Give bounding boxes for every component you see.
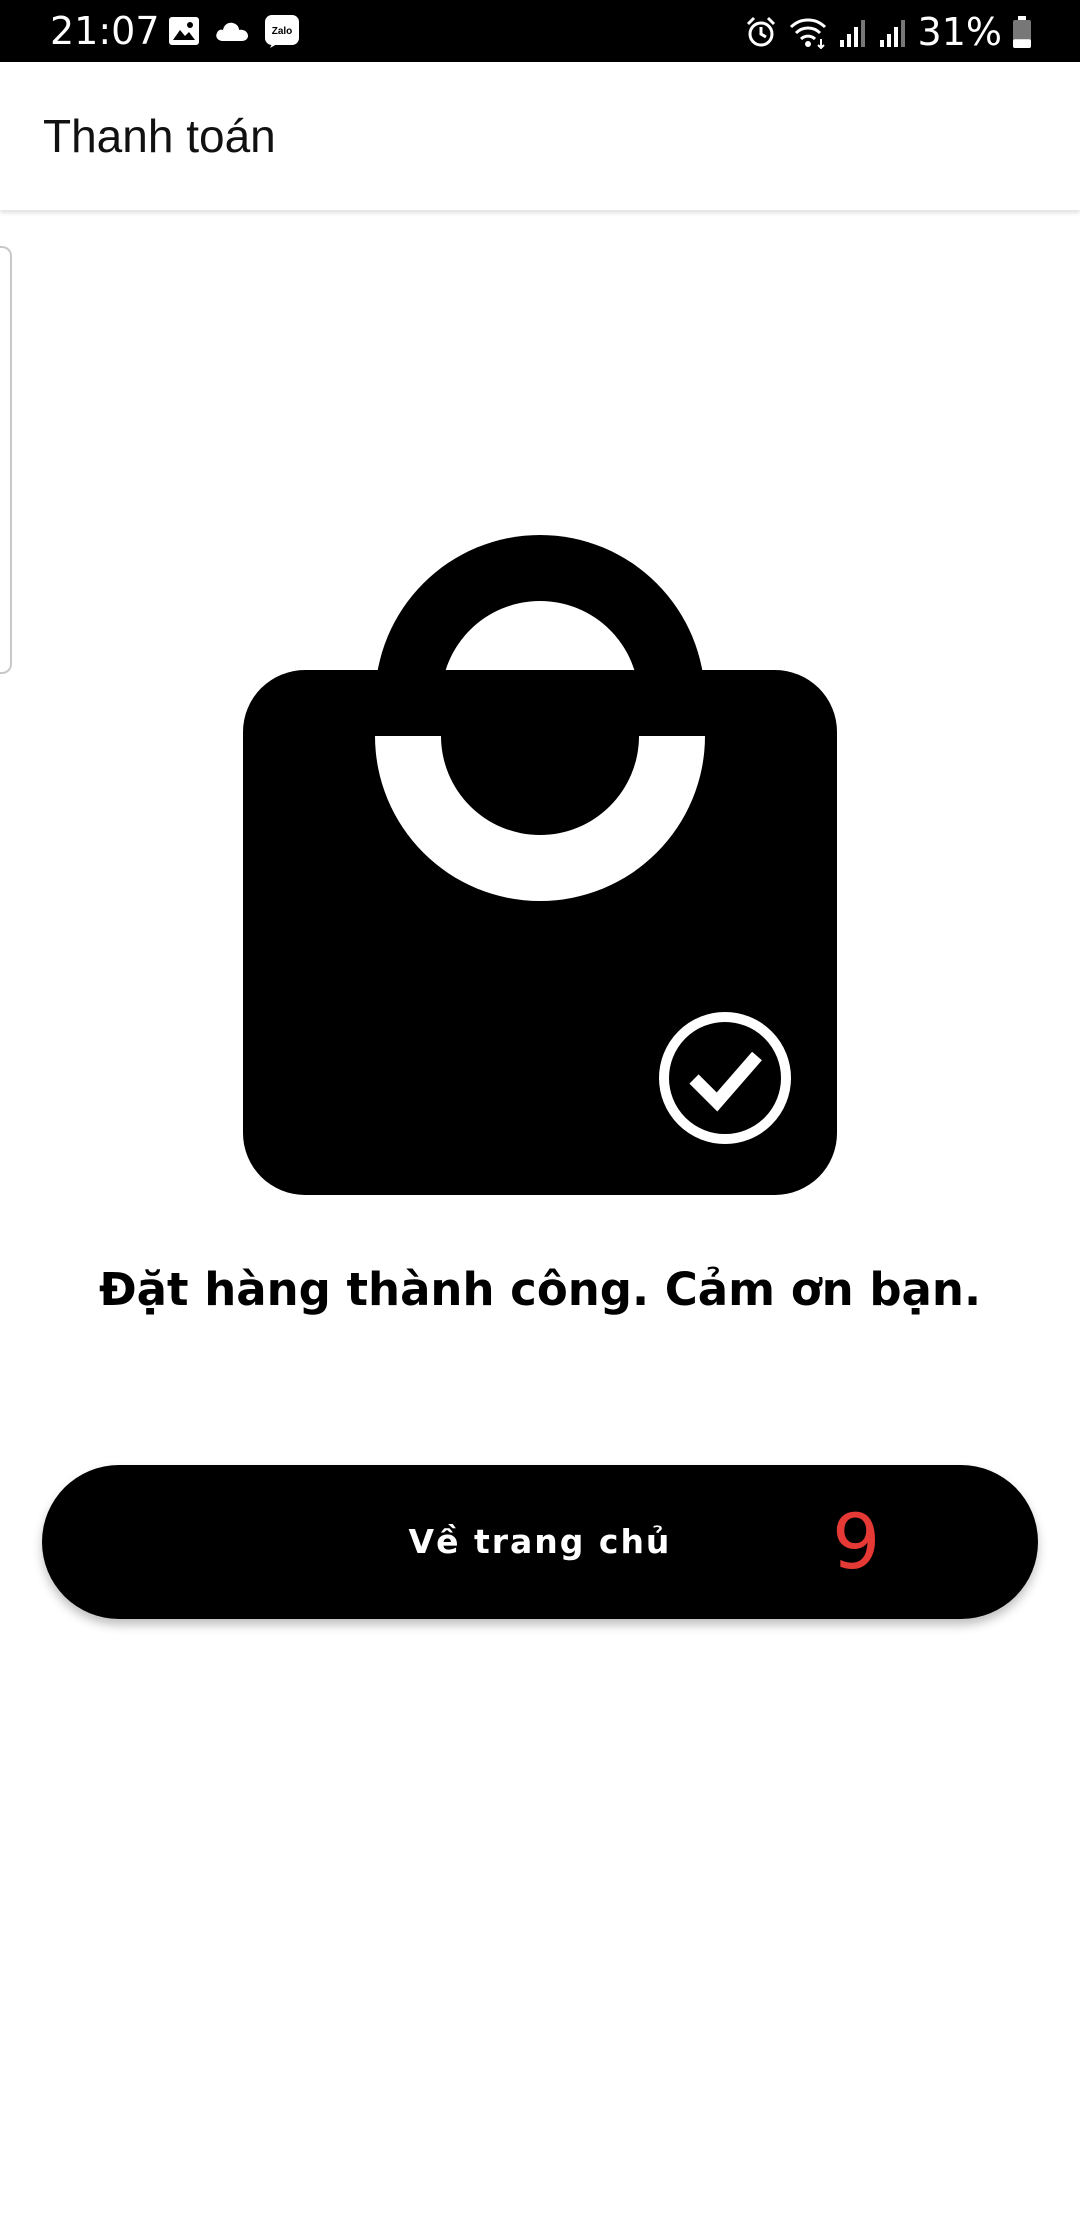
cloud-icon (216, 22, 248, 41)
gallery-icon (169, 17, 199, 45)
side-drawer-handle[interactable] (0, 246, 12, 674)
countdown-number: 9 (832, 1497, 881, 1586)
battery-icon (1013, 16, 1031, 48)
status-right-icons: 31% (744, 10, 1032, 54)
back-to-home-button[interactable]: Về trang chủ 9 (42, 1465, 1038, 1619)
battery-percent: 31% (917, 10, 1002, 54)
status-left-icons: Zalo (168, 14, 300, 48)
signal-icon (879, 20, 905, 47)
app-bar: Thanh toán (0, 62, 1080, 210)
wifi-icon (789, 18, 826, 49)
status-bar: 21:07 Zalo 31% (0, 0, 1080, 62)
zalo-label: Zalo (272, 26, 293, 37)
success-message: Đặt hàng thành công. Cảm ơn bạn. (98, 1263, 982, 1316)
signal-icon (839, 20, 865, 47)
back-to-home-label: Về trang chủ (408, 1522, 672, 1561)
status-time: 21:07 (50, 9, 160, 53)
shopping-bag-check-icon (243, 535, 837, 1195)
alarm-icon (746, 16, 775, 47)
battery-level (1013, 39, 1031, 48)
page-title: Thanh toán (43, 110, 276, 162)
zalo-icon: Zalo (265, 15, 299, 48)
